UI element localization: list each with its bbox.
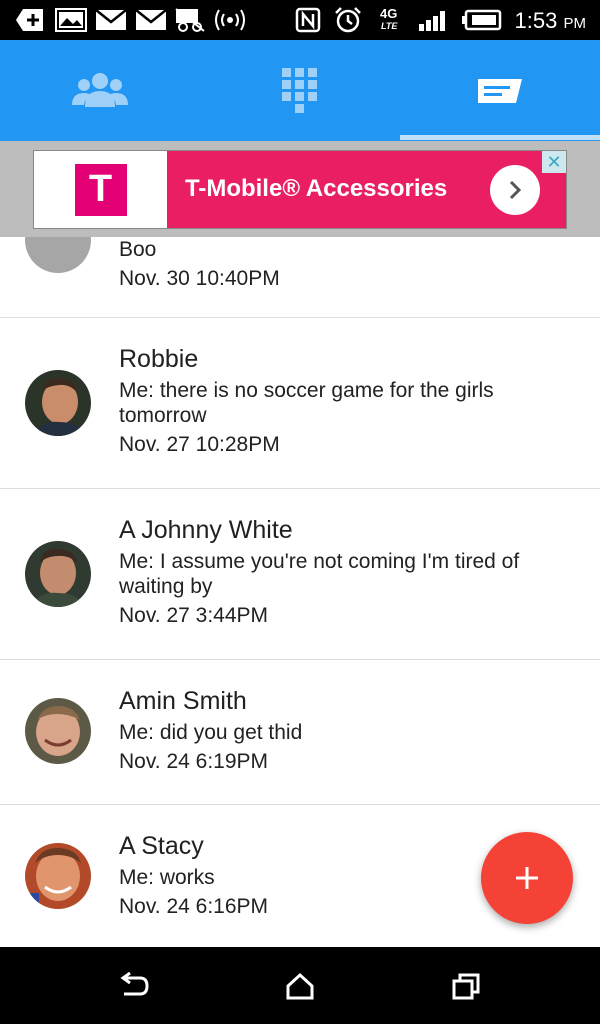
- tab-contacts[interactable]: [0, 40, 200, 141]
- conversation-date: Nov. 27 3:44PM: [119, 604, 269, 627]
- selected-tab-indicator: [400, 135, 600, 140]
- tmobile-logo: T: [74, 163, 127, 216]
- chevron-right-icon: [509, 180, 522, 200]
- avatar: [25, 698, 91, 764]
- svg-text:4G: 4G: [380, 6, 397, 21]
- conversation-row[interactable]: Robbie Me: there is no soccer game for t…: [0, 318, 600, 489]
- message-icon: [478, 78, 522, 103]
- contact-name: Robbie: [119, 345, 199, 373]
- status-bar: 4G LTE 1:53 PM: [0, 0, 600, 40]
- home-icon: [286, 972, 314, 1000]
- image-icon: [54, 6, 88, 34]
- back-icon: [120, 972, 149, 996]
- home-button[interactable]: [280, 969, 320, 1003]
- ad-text: T-Mobile® Accessories: [185, 175, 448, 202]
- conversation-date: Nov. 24 6:19PM: [119, 750, 269, 773]
- clock: 1:53 PM: [514, 8, 586, 33]
- conversation-message: Me: I assume you're not coming I'm tired…: [119, 550, 520, 598]
- ad-arrow-button[interactable]: [490, 165, 540, 215]
- svg-text:LTE: LTE: [381, 21, 398, 31]
- conversation-text: Amin Smith Me: did you get thid Nov. 24 …: [119, 685, 570, 777]
- dialpad-icon: [282, 67, 317, 113]
- tab-bar: [0, 40, 600, 141]
- conversation-text: Robbie Me: there is no soccer game for t…: [119, 343, 570, 460]
- plus-icon: [516, 867, 538, 889]
- avatar: [25, 843, 91, 909]
- avatar: [25, 237, 91, 273]
- new-message-button[interactable]: [481, 832, 573, 924]
- ad-content: T-Mobile® Accessories: [167, 151, 566, 228]
- tab-dialpad[interactable]: [200, 40, 400, 141]
- contact-name: A Johnny White: [119, 516, 293, 544]
- conversation-row[interactable]: Amin Smith Me: did you get thid Nov. 24 …: [0, 660, 600, 805]
- navigation-bar: [0, 947, 600, 1024]
- voicemail-off-icon: [174, 6, 206, 34]
- nfc-icon: [294, 6, 322, 34]
- conversation-date: Nov. 30 10:40PM: [119, 267, 280, 290]
- conversation-text: Boo Nov. 30 10:40PM: [119, 237, 570, 294]
- recent-apps-icon: [452, 973, 480, 1000]
- wireless-icon: [210, 6, 250, 34]
- contact-name: Amin Smith: [119, 687, 247, 715]
- ad-close-button[interactable]: ✕: [542, 151, 566, 173]
- ad-banner[interactable]: T T-Mobile® Accessories ✕: [33, 150, 567, 229]
- signal-icon: [416, 6, 452, 34]
- lte-icon: 4G LTE: [378, 6, 408, 34]
- conversation-row[interactable]: Boo Nov. 30 10:40PM: [0, 237, 600, 318]
- tab-messages[interactable]: [400, 40, 600, 141]
- ad-logo-area: T: [34, 151, 167, 228]
- back-button[interactable]: [114, 969, 154, 1003]
- mail-icon: [94, 6, 128, 34]
- conversation-message: Me: did you get thid: [119, 721, 303, 744]
- people-icon: [72, 72, 128, 107]
- conversation-message: Me: there is no soccer game for the girl…: [119, 379, 494, 427]
- conversation-date: Nov. 27 10:28PM: [119, 433, 280, 456]
- mail-icon: [134, 6, 168, 34]
- ad-banner-container: T T-Mobile® Accessories ✕: [0, 141, 600, 237]
- battery-icon: [462, 6, 502, 34]
- conversation-text: A Johnny White Me: I assume you're not c…: [119, 514, 570, 631]
- conversation-message: Boo: [119, 238, 157, 261]
- recent-apps-button[interactable]: [446, 969, 486, 1003]
- avatar: [25, 541, 91, 607]
- alarm-icon: [332, 6, 364, 34]
- avatar: [25, 370, 91, 436]
- add-notification-icon: [14, 6, 46, 34]
- conversation-row[interactable]: A Johnny White Me: I assume you're not c…: [0, 489, 600, 660]
